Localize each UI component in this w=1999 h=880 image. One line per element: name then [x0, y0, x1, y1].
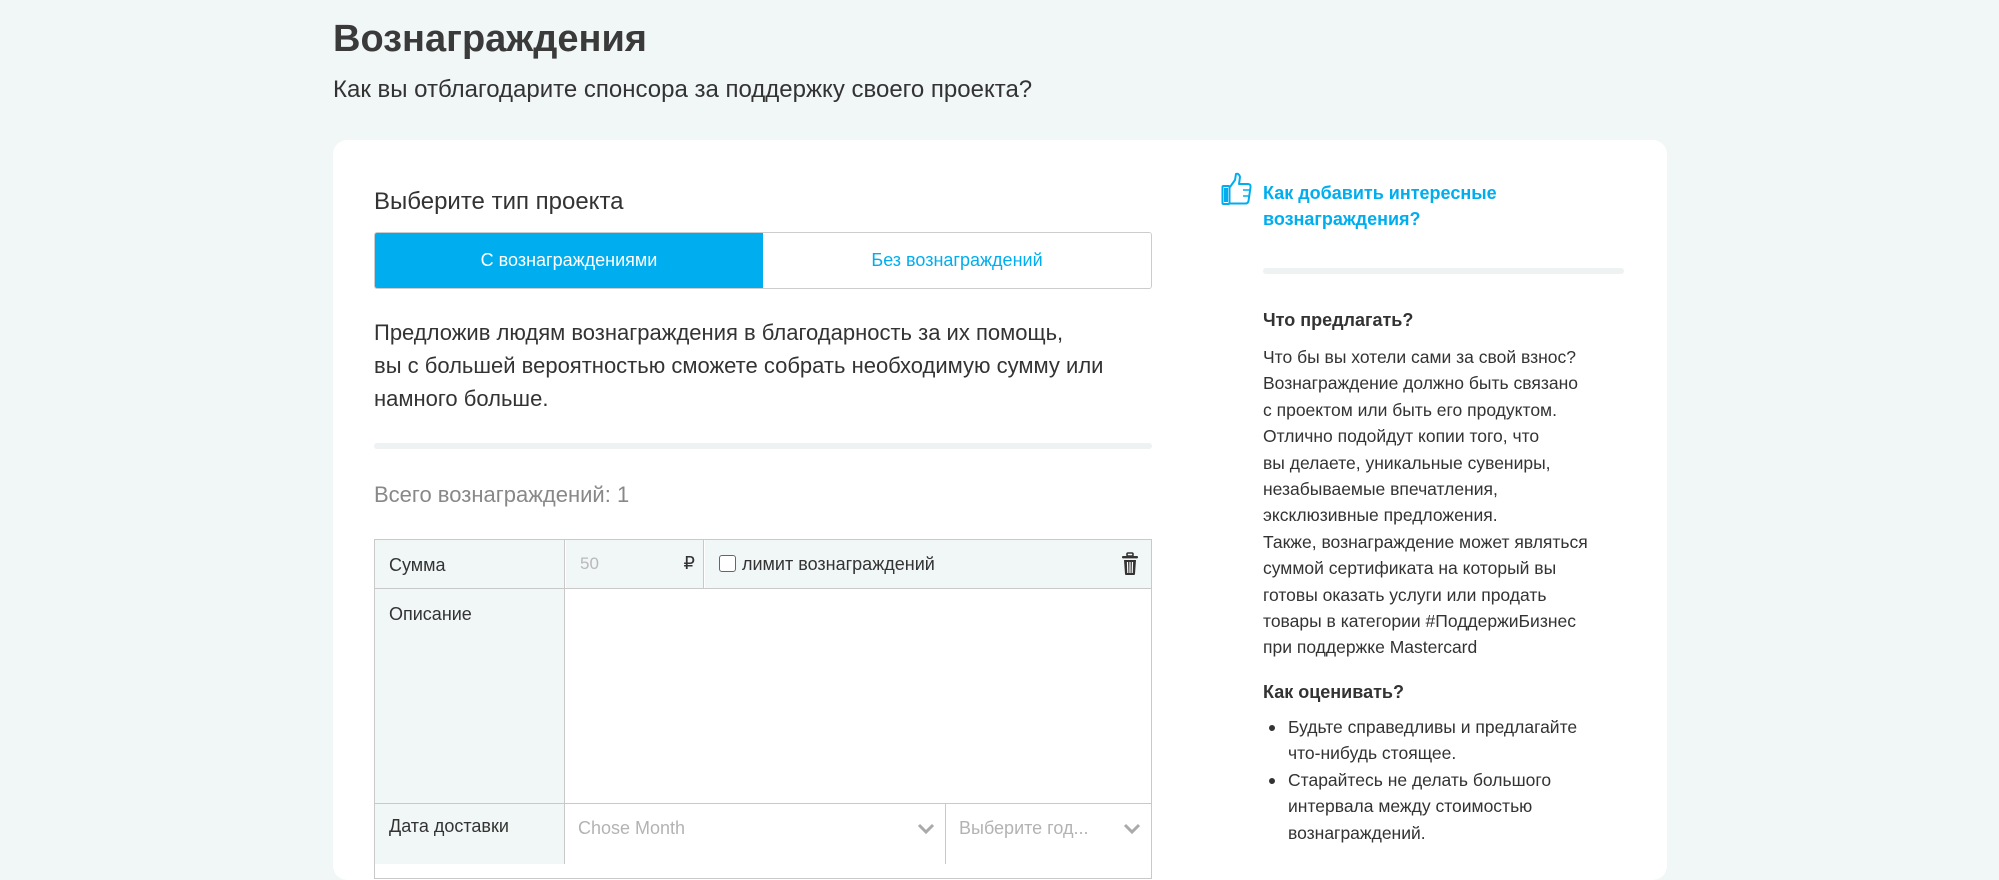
delivery-label: Дата доставки — [375, 804, 565, 864]
description-label: Описание — [375, 589, 565, 803]
text-line: Также, вознаграждение может являться — [1263, 529, 1628, 555]
reward-form: Сумма ₽ лимит вознаграждений — [374, 539, 1152, 879]
rewards-card: Выберите тип проекта С вознаграждениями … — [333, 140, 1667, 880]
sum-label: Сумма — [375, 540, 565, 588]
text-line: Вознаграждение должно быть связано — [1263, 370, 1628, 396]
text-line: товары в категории #ПоддержиБизнес — [1263, 608, 1628, 634]
chevron-down-icon — [917, 822, 935, 836]
text-line: с проектом или быть его продуктом. — [1263, 397, 1628, 423]
sum-input[interactable] — [566, 540, 676, 588]
list-item: Старайтесь не делать большого интервала … — [1263, 767, 1628, 846]
rewards-total-label: Всего вознаграждений: — [374, 482, 611, 507]
what-to-offer-heading: Что предлагать? — [1263, 310, 1413, 331]
page-subtitle: Как вы отблагодарите спонсора за поддерж… — [333, 76, 1032, 104]
text-line: при поддержке Mastercard — [1263, 634, 1628, 660]
year-select-placeholder: Выберите год... — [959, 818, 1088, 839]
text-line: Что бы вы хотели сами за свой взнос? — [1263, 344, 1628, 370]
text-line: готовы оказать услуги или продать — [1263, 582, 1628, 608]
text-line: вы делаете, уникальные сувениры, — [1263, 450, 1628, 476]
text-line: интервала между стоимостью — [1288, 793, 1628, 819]
text-line: суммой сертификата на который вы — [1263, 555, 1628, 581]
intro-line: вы с большей вероятностью сможете собрат… — [374, 349, 1152, 382]
reward-delivery-row: Дата доставки Chose Month Выберите год..… — [375, 804, 1151, 864]
text-line: незабываемые впечатления, — [1263, 476, 1628, 502]
currency-sign: ₽ — [684, 553, 695, 574]
text-line: что-нибудь стоящее. — [1288, 740, 1628, 766]
page-title: Вознаграждения — [333, 18, 647, 61]
year-select[interactable]: Выберите год... — [947, 804, 1151, 864]
text-line: эксклюзивные предложения. — [1263, 502, 1628, 528]
text-line: вознаграждений. — [1288, 820, 1628, 846]
divider — [374, 443, 1152, 449]
how-to-price-heading: Как оценивать? — [1263, 682, 1404, 703]
description-input[interactable] — [566, 589, 1151, 803]
trash-icon[interactable] — [1121, 552, 1139, 576]
month-select[interactable]: Chose Month — [566, 804, 946, 864]
reward-sum-row: Сумма ₽ лимит вознаграждений — [375, 540, 1151, 589]
intro-line: Предложив людям вознаграждения в благода… — [374, 316, 1152, 349]
list-item: Будьте справедливы и предлагайте что-ниб… — [1263, 714, 1628, 767]
rewards-total-count: 1 — [617, 482, 629, 507]
rewards-total: Всего вознаграждений: 1 — [374, 482, 629, 508]
limit-label[interactable]: лимит вознаграждений — [742, 554, 935, 575]
limit-checkbox[interactable] — [719, 555, 736, 572]
trash-icon-svg — [1121, 552, 1139, 576]
text-line: Отлично подойдут копии того, что — [1263, 423, 1628, 449]
chevron-down-icon — [1123, 822, 1141, 836]
project-type-intro: Предложив людям вознаграждения в благода… — [374, 316, 1152, 415]
text-line: Старайтесь не делать большого — [1288, 767, 1628, 793]
option-without-rewards[interactable]: Без вознаграждений — [763, 233, 1151, 288]
intro-line: намного больше. — [374, 382, 1152, 415]
aside-divider — [1263, 268, 1624, 274]
project-type-heading: Выберите тип проекта — [374, 188, 624, 216]
reward-description-row: Описание — [375, 589, 1151, 804]
month-select-placeholder: Chose Month — [578, 818, 685, 839]
how-to-price-list: Будьте справедливы и предлагайте что-ниб… — [1263, 714, 1628, 846]
sum-field: ₽ — [566, 540, 704, 588]
text-line: Будьте справедливы и предлагайте — [1288, 714, 1628, 740]
add-rewards-tips-link[interactable]: Как добавить интересные вознаграждения? — [1263, 180, 1523, 232]
thumbs-up-icon — [1221, 172, 1253, 206]
project-type-switch: С вознаграждениями Без вознаграждений — [374, 232, 1152, 289]
option-with-rewards[interactable]: С вознаграждениями — [375, 233, 763, 288]
limit-area: лимит вознаграждений — [705, 540, 1151, 588]
what-to-offer-text: Что бы вы хотели сами за свой взнос? Воз… — [1263, 344, 1628, 661]
